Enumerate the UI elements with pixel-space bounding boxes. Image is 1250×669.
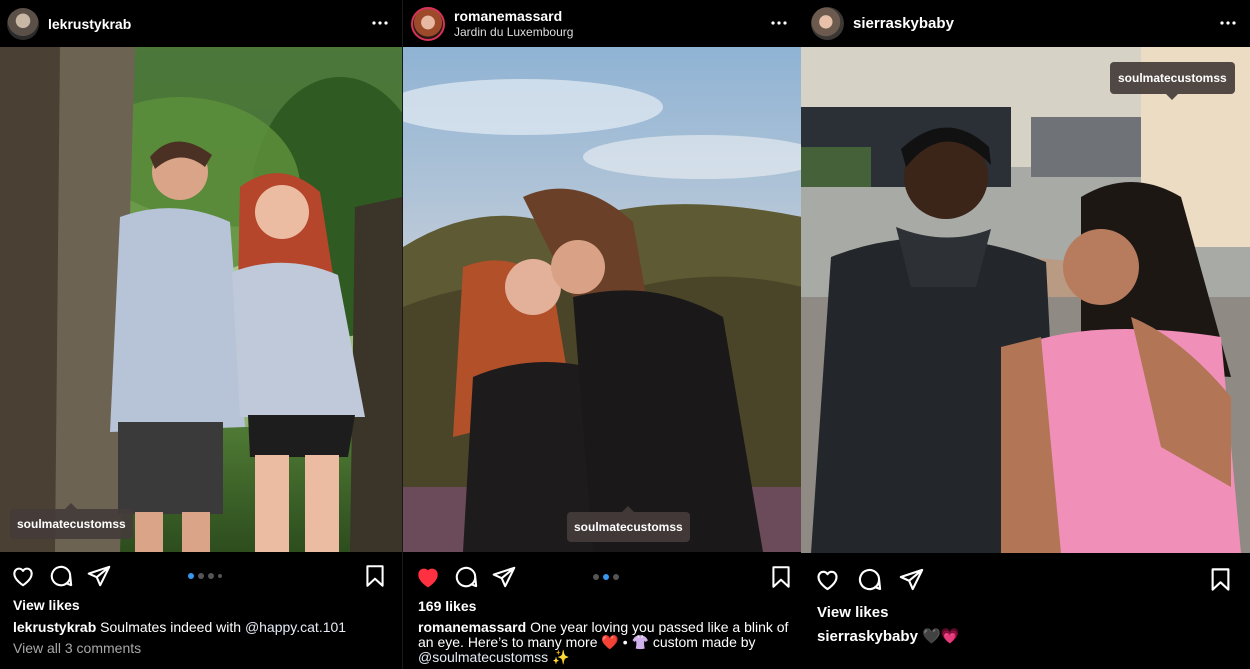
post-header: romanemassard Jardin du Luxembourg xyxy=(403,0,801,47)
bookmark-icon[interactable] xyxy=(362,563,388,589)
caption-mention[interactable]: @soulmatecustomss xyxy=(418,649,548,665)
instagram-collage: lekrustykrab soulmatecustomss View likes… xyxy=(0,0,1250,669)
caption-text: Soulmates indeed with xyxy=(100,619,242,635)
photo-tag[interactable]: soulmatecustomss xyxy=(567,506,690,542)
username-block: lekrustykrab xyxy=(48,16,131,32)
caption-username[interactable]: lekrustykrab xyxy=(13,619,96,635)
post-header: lekrustykrab xyxy=(0,0,402,47)
avatar[interactable] xyxy=(411,6,445,41)
action-bar xyxy=(403,564,801,594)
heart-icon[interactable] xyxy=(814,566,840,592)
location[interactable]: Jardin du Luxembourg xyxy=(454,24,573,40)
username[interactable]: romanemassard xyxy=(454,8,573,24)
more-icon[interactable] xyxy=(1218,13,1238,33)
view-comments-link[interactable]: View all 3 comments xyxy=(13,641,392,656)
share-icon[interactable] xyxy=(491,564,517,590)
caption: lekrustykrab Soulmates indeed with @happ… xyxy=(13,620,392,635)
carousel-dot xyxy=(198,573,204,579)
bookmark-icon[interactable] xyxy=(768,564,794,590)
bookmark-icon[interactable] xyxy=(1207,566,1233,592)
caption-text: 🖤💗 xyxy=(922,628,960,645)
post-romanemassard: romanemassard Jardin du Luxembourg soulm… xyxy=(402,0,801,669)
caption-username[interactable]: romanemassard xyxy=(418,619,526,635)
photo-tag[interactable]: soulmatecustomss xyxy=(1110,62,1235,100)
caption-end: ✨ xyxy=(552,649,570,665)
username-block: romanemassard Jardin du Luxembourg xyxy=(454,8,573,40)
share-icon[interactable] xyxy=(898,566,924,592)
post-lekrustykrab: lekrustykrab soulmatecustomss View likes… xyxy=(0,0,402,669)
carousel-dot xyxy=(593,574,599,580)
caption-mention[interactable]: @happy.cat.101 xyxy=(245,619,346,635)
heart-icon[interactable] xyxy=(415,564,441,590)
caption-username[interactable]: sierraskybaby xyxy=(817,628,918,645)
heart-icon[interactable] xyxy=(10,563,36,589)
carousel-indicator xyxy=(188,573,222,579)
avatar[interactable] xyxy=(7,7,39,40)
post-photo[interactable]: soulmatecustomss xyxy=(0,47,402,552)
action-bar xyxy=(0,563,402,593)
action-bar xyxy=(801,566,1250,596)
caption: romanemassard One year loving you passed… xyxy=(418,620,791,665)
share-icon[interactable] xyxy=(86,563,112,589)
carousel-dot xyxy=(613,574,619,580)
caption: sierraskybaby 🖤💗 xyxy=(817,628,1240,645)
likes-count[interactable]: 169 likes xyxy=(418,599,791,614)
photo-tag[interactable]: soulmatecustomss xyxy=(10,503,133,539)
avatar[interactable] xyxy=(811,7,844,40)
username[interactable]: lekrustykrab xyxy=(48,16,131,32)
likes-link[interactable]: View likes xyxy=(817,604,1240,621)
comment-icon[interactable] xyxy=(48,563,74,589)
carousel-dot xyxy=(218,574,222,578)
username[interactable]: sierraskybaby xyxy=(853,15,954,32)
comment-icon[interactable] xyxy=(856,566,882,592)
comment-icon[interactable] xyxy=(453,564,479,590)
likes-link[interactable]: View likes xyxy=(13,598,392,613)
more-icon[interactable] xyxy=(370,13,390,33)
carousel-dot xyxy=(603,574,609,580)
post-photo[interactable]: soulmatecustomss xyxy=(801,47,1250,553)
post-sierraskybaby: sierraskybaby soulmatecustomss View like… xyxy=(801,0,1250,669)
more-icon[interactable] xyxy=(769,13,789,33)
carousel-dot xyxy=(208,573,214,579)
carousel-indicator xyxy=(593,574,619,580)
username-block: sierraskybaby xyxy=(853,15,954,32)
post-photo[interactable]: soulmatecustomss xyxy=(403,47,801,552)
carousel-dot xyxy=(188,573,194,579)
post-header: sierraskybaby xyxy=(801,0,1250,47)
